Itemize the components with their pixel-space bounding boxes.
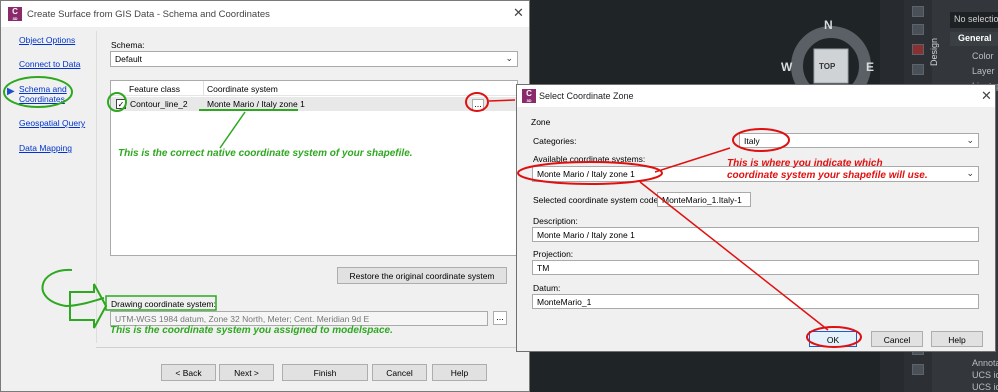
zone-group-label: Zone xyxy=(531,117,551,127)
palette-general-header[interactable]: General xyxy=(950,32,998,46)
coordinate-ellipsis-button[interactable]: ... xyxy=(472,99,484,111)
palette-tool-icon[interactable] xyxy=(912,64,924,75)
header-coordinate-system[interactable]: Coordinate system xyxy=(207,84,278,94)
civil3d-app-icon: C 3D xyxy=(522,89,536,103)
header-divider xyxy=(203,81,204,96)
restore-coordinate-system-button[interactable]: Restore the original coordinate system xyxy=(337,267,507,284)
cancel-button[interactable]: Cancel xyxy=(372,364,427,381)
cs-code-field[interactable]: MonteMario_1.Italy-1 xyxy=(657,192,751,207)
datum-label: Datum: xyxy=(533,283,561,293)
chevron-down-icon: ⌄ xyxy=(966,168,974,178)
nav-data-mapping[interactable]: Data Mapping xyxy=(19,143,72,153)
description-label: Description: xyxy=(533,216,578,226)
row-coordinate-system: Monte Mario / Italy zone 1 xyxy=(207,99,305,109)
close-icon[interactable]: ✕ xyxy=(981,88,992,104)
help-button[interactable]: Help xyxy=(931,331,983,347)
finish-button[interactable]: Finish xyxy=(282,364,368,381)
nav-geospatial-query[interactable]: Geospatial Query xyxy=(19,118,85,128)
back-button[interactable]: < Back xyxy=(161,364,216,381)
categories-label: Categories: xyxy=(533,136,577,146)
schema-dropdown[interactable]: Default ⌄ xyxy=(110,51,518,67)
palette-tab-design[interactable]: Design xyxy=(929,38,939,66)
row-checkbox[interactable]: ✓ xyxy=(116,99,126,109)
palette-prop-label: Annotation xyxy=(972,358,998,368)
nav-connect-to-data[interactable]: Connect to Data xyxy=(19,59,80,69)
cancel-button[interactable]: Cancel xyxy=(871,331,923,347)
nav-schema-and-coordinates[interactable]: Schema and Coordinates xyxy=(19,84,75,104)
description-field: Monte Mario / Italy zone 1 xyxy=(532,227,979,242)
palette-prop-label: UCS icon xyxy=(972,370,998,380)
chevron-down-icon: ⌄ xyxy=(505,53,513,63)
viewcube-east[interactable]: E xyxy=(866,60,874,74)
row-feature-class: Contour_line_2 xyxy=(130,99,188,109)
available-cs-value: Monte Mario / Italy zone 1 xyxy=(537,169,635,179)
dialog-titlebar[interactable]: C 3D Create Surface from GIS Data - Schem… xyxy=(1,1,529,27)
header-feature-class[interactable]: Feature class xyxy=(129,84,180,94)
palette-tool-icon[interactable] xyxy=(912,44,924,55)
categories-dropdown[interactable]: Italy ⌄ xyxy=(739,133,979,148)
dialog-titlebar[interactable]: C 3D Select Coordinate Zone ✕ xyxy=(517,85,995,107)
datum-field: MonteMario_1 xyxy=(532,294,979,309)
help-button[interactable]: Help xyxy=(432,364,487,381)
dialog-title: Create Surface from GIS Data - Schema an… xyxy=(27,9,270,20)
feature-class-table: Feature class Coordinate system ✓ Contou… xyxy=(110,80,518,256)
select-coordinate-zone-dialog: C 3D Select Coordinate Zone ✕ Zone Catego… xyxy=(516,84,996,352)
schema-value: Default xyxy=(115,54,142,64)
current-step-arrow-icon: ▶ xyxy=(7,86,15,97)
projection-label: Projection: xyxy=(533,249,574,259)
table-row[interactable]: ✓ Contour_line_2 Monte Mario / Italy zon… xyxy=(111,97,517,111)
viewcube-north[interactable]: N xyxy=(824,18,833,32)
close-icon[interactable]: ✕ xyxy=(513,5,524,21)
next-button[interactable]: Next > xyxy=(219,364,274,381)
palette-tool-icon[interactable] xyxy=(912,364,924,375)
button-bar-divider xyxy=(96,347,524,348)
available-cs-label: Available coordinate systems: xyxy=(533,154,646,164)
palette-prop-label: Layer xyxy=(972,66,995,76)
schema-label: Schema: xyxy=(111,40,145,50)
projection-field: TM xyxy=(532,260,979,275)
nav-object-options[interactable]: Object Options xyxy=(19,35,75,45)
annotation-indicate-line2: coordinate system your shapefile will us… xyxy=(727,170,928,181)
palette-prop-label: UCS icon xyxy=(972,382,998,392)
categories-value: Italy xyxy=(744,136,760,146)
schema-panel: Schema: Default ⌄ Feature class Coordina… xyxy=(96,31,524,343)
chevron-down-icon: ⌄ xyxy=(966,135,974,145)
viewcube-west[interactable]: W xyxy=(781,60,792,74)
ok-button[interactable]: OK xyxy=(809,331,857,347)
palette-prop-label: Color xyxy=(972,51,994,61)
cs-code-label: Selected coordinate system code: xyxy=(533,195,661,205)
drawing-cs-label: Drawing coordinate system: xyxy=(111,299,216,309)
annotation-native-cs: This is the correct native coordinate sy… xyxy=(118,148,413,159)
drawing-cs-field: UTM-WGS 1984 datum, Zone 32 North, Meter… xyxy=(110,311,488,326)
palette-tool-icon[interactable] xyxy=(912,24,924,35)
palette-selection-dropdown[interactable]: No selection xyxy=(950,12,998,28)
civil3d-app-icon: C 3D xyxy=(8,7,22,21)
palette-tool-icon[interactable] xyxy=(912,6,924,17)
annotation-indicate-line1: This is where you indicate which xyxy=(727,158,883,169)
drawing-cs-ellipsis-button[interactable]: ... xyxy=(493,311,507,325)
table-header: Feature class Coordinate system xyxy=(111,81,517,96)
viewcube-top-label[interactable]: TOP xyxy=(819,62,835,71)
annotation-assigned-cs: This is the coordinate system you assign… xyxy=(110,325,393,336)
wizard-nav: Object Options Connect to Data ▶ Schema … xyxy=(5,31,87,361)
dialog-title: Select Coordinate Zone xyxy=(539,91,634,101)
